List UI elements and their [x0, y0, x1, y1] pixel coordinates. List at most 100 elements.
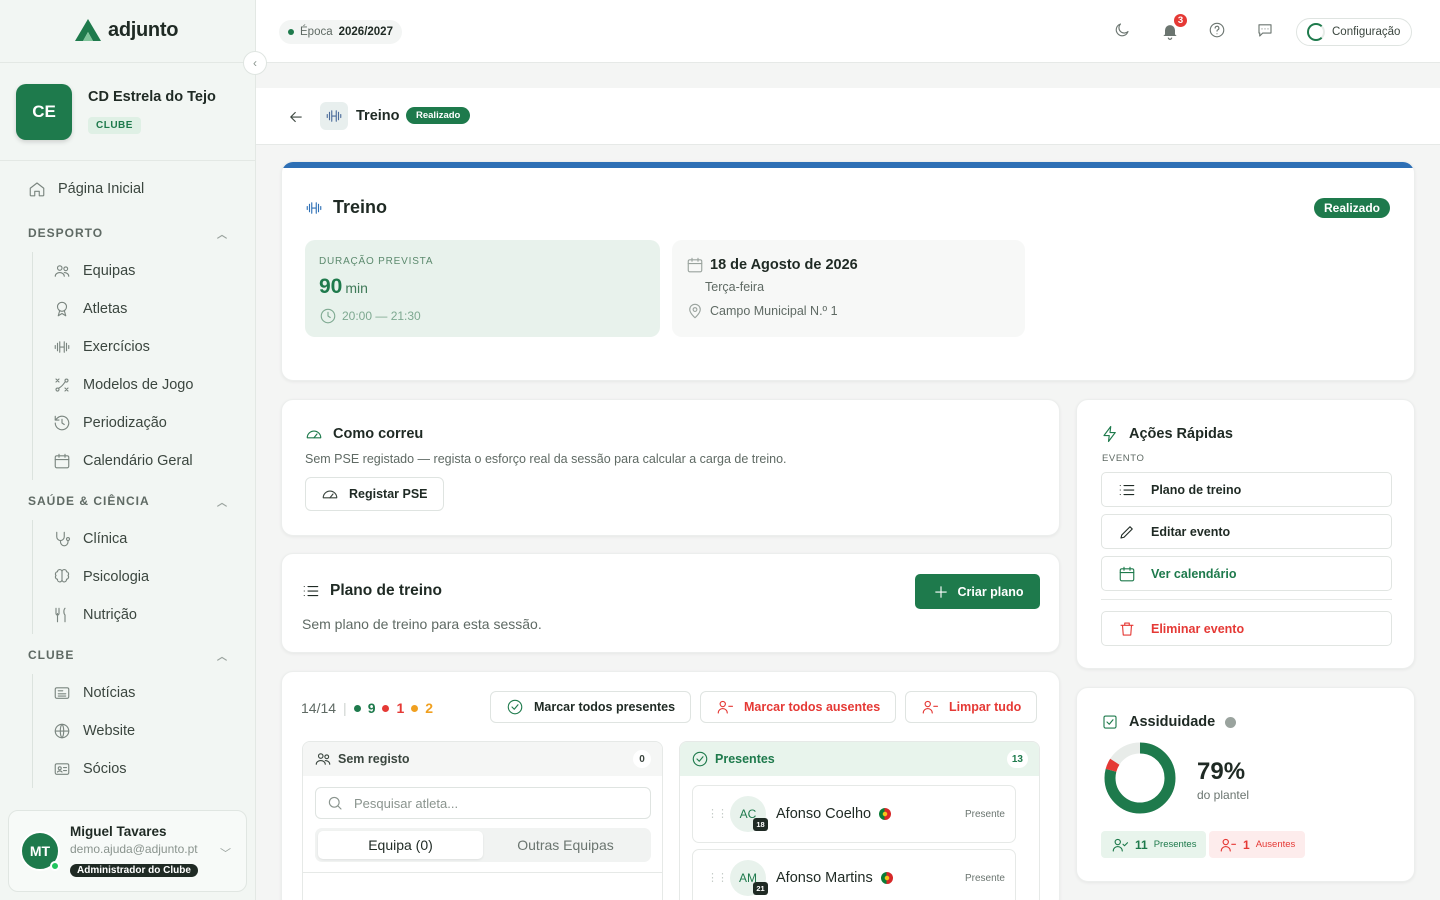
user-minus-icon — [1220, 838, 1237, 852]
action-label: Editar evento — [1151, 524, 1231, 539]
nav-item-socios[interactable]: Sócios — [33, 750, 232, 788]
portugal-flag-icon — [880, 872, 893, 884]
list-icon — [1119, 484, 1135, 495]
present-total: 13 — [1006, 750, 1028, 768]
nav-section-clube[interactable]: CLUBE ︿ — [28, 648, 228, 663]
nav-item-exercicios[interactable]: Exercícios — [33, 328, 232, 366]
back-button[interactable] — [287, 108, 305, 126]
club-type-badge: CLUBE — [88, 117, 141, 134]
event-details-card: Treino Realizado DURAÇÃO PREVISTA 90 min … — [281, 161, 1415, 381]
late-dot — [411, 704, 419, 712]
config-button[interactable]: Configuração — [1296, 18, 1413, 46]
app-logo[interactable]: adjunto — [74, 18, 178, 42]
player-card[interactable]: ⋮⋮ AM 21 Afonso Martins Presente — [692, 849, 1016, 900]
player-number: 21 — [753, 882, 768, 895]
season-value: 2026/2027 — [338, 26, 393, 38]
club-avatar: CE — [16, 84, 72, 140]
nav-item-nutricao[interactable]: Nutrição — [33, 596, 232, 634]
clear-all-button[interactable]: Limpar tudo — [905, 691, 1038, 723]
info-icon[interactable] — [1225, 716, 1237, 728]
player-status[interactable]: Presente — [965, 809, 1005, 820]
action-training-plan[interactable]: Plano de treino — [1101, 472, 1392, 507]
register-pse-button[interactable]: Registar PSE — [305, 477, 444, 511]
nav-section-desporto[interactable]: DESPORTO ︿ — [28, 226, 228, 241]
nav-item-periodizacao[interactable]: Periodização — [33, 404, 232, 442]
collapse-sidebar-button[interactable]: ‹ — [243, 51, 267, 75]
season-dot — [288, 29, 294, 35]
event-title: Treino — [305, 197, 387, 218]
nav-label: Equipas — [83, 263, 136, 279]
nav-item-modelos-jogo[interactable]: Modelos de Jogo — [33, 366, 232, 404]
action-edit-event[interactable]: Editar evento — [1101, 514, 1392, 549]
nav-group-clube: Notícias Website Sócios — [32, 674, 232, 788]
user-email: demo.ajuda@adjunto.pt — [70, 842, 198, 856]
config-label: Configuração — [1332, 26, 1401, 38]
tab-other-teams[interactable]: Outras Equipas — [483, 831, 648, 859]
nav-item-website[interactable]: Website — [33, 712, 232, 750]
drag-handle-icon[interactable]: ⋮⋮ — [707, 871, 728, 884]
action-delete-event[interactable]: Eliminar evento — [1101, 611, 1392, 646]
utensils-icon — [55, 607, 66, 623]
event-title-text: Treino — [333, 197, 388, 217]
action-view-calendar[interactable]: Ver calendário — [1101, 556, 1392, 591]
chevron-up-icon: ︿ — [217, 498, 228, 509]
brain-icon — [54, 568, 70, 583]
messages-button[interactable] — [1256, 21, 1274, 39]
user-menu[interactable]: MT Miguel Tavares demo.ajuda@adjunto.pt … — [8, 810, 247, 892]
mark-all-present-button[interactable]: Marcar todos presentes — [490, 691, 692, 723]
gauge-icon — [322, 490, 338, 499]
player-status[interactable]: Presente — [965, 873, 1005, 884]
nav-item-calendario-geral[interactable]: Calendário Geral — [33, 442, 232, 480]
player-name: Afonso Coelho — [776, 806, 892, 822]
help-button[interactable] — [1208, 21, 1226, 39]
attendance-rate-card: Assiduidade 79% do plantel 11 Presentes … — [1076, 687, 1415, 882]
player-card[interactable]: ⋮⋮ AC 18 Afonso Coelho Presente — [692, 785, 1016, 843]
present-chip-label: Presentes — [1153, 839, 1197, 850]
create-plan-label: Criar plano — [957, 584, 1024, 599]
nav-item-atletas[interactable]: Atletas — [33, 290, 232, 328]
tab-team[interactable]: Equipa (0) — [318, 831, 483, 859]
home-icon — [29, 182, 45, 197]
quick-actions-card: Ações Rápidas EVENTO Plano de treino Edi… — [1076, 399, 1415, 669]
calendar-icon — [54, 453, 70, 469]
nav-item-equipas[interactable]: Equipas — [33, 252, 232, 290]
dark-mode-toggle[interactable] — [1113, 21, 1131, 39]
divider — [303, 872, 662, 873]
topbar: Época 2026/2027 3 Configuração — [256, 0, 1440, 63]
quick-actions-subtitle: EVENTO — [1102, 453, 1145, 464]
dumbbell-icon — [306, 201, 322, 214]
chevron-up-icon: ︿ — [217, 230, 228, 241]
nav-item-noticias[interactable]: Notícias — [33, 674, 232, 712]
quick-actions-title: Ações Rápidas — [1101, 425, 1233, 443]
user-check-icon — [1112, 838, 1129, 852]
action-label: Eliminar evento — [1151, 621, 1245, 636]
club-switcher[interactable]: CE CD Estrela do Tejo CLUBE — [0, 62, 255, 161]
register-pse-label: Registar PSE — [349, 487, 428, 501]
nav-label: Periodização — [83, 415, 167, 431]
date-box: 18 de Agosto de 2026 Terça-feira Campo M… — [672, 240, 1025, 337]
present-chip: 11 Presentes — [1101, 831, 1207, 858]
plan-title-text: Plano de treino — [330, 582, 442, 599]
duration-value: 90 min — [319, 275, 368, 299]
nav-item-psicologia[interactable]: Psicologia — [33, 558, 232, 596]
section-title: DESPORTO — [28, 226, 104, 240]
nav-section-saude[interactable]: SAÚDE & CIÊNCIA ︿ — [28, 494, 228, 509]
present-header: Presentes 13 — [680, 742, 1039, 776]
nav-item-clinica[interactable]: Clínica — [33, 520, 232, 558]
present-chip-count: 11 — [1135, 837, 1148, 852]
nav-home[interactable]: Página Inicial — [28, 180, 144, 198]
nav-label: Website — [83, 723, 136, 739]
action-label: Plano de treino — [1151, 482, 1242, 497]
sidebar: adjunto ‹ CE CD Estrela do Tejo CLUBE Pá… — [0, 0, 267, 900]
present-dot — [353, 704, 361, 712]
player-name-text: Afonso Coelho — [776, 806, 872, 822]
create-plan-button[interactable]: Criar plano — [915, 574, 1040, 609]
attendance-percent: 79% — [1197, 758, 1246, 785]
drag-handle-icon[interactable]: ⋮⋮ — [707, 807, 728, 820]
season-selector[interactable]: Época 2026/2027 — [279, 20, 402, 44]
calendar-icon — [687, 257, 703, 273]
absent-chip-label: Ausentes — [1255, 839, 1296, 850]
nav-label: Sócios — [83, 761, 127, 777]
athlete-search-input[interactable]: Pesquisar atleta... — [315, 787, 651, 819]
mark-all-absent-button[interactable]: Marcar todos ausentes — [700, 691, 897, 723]
